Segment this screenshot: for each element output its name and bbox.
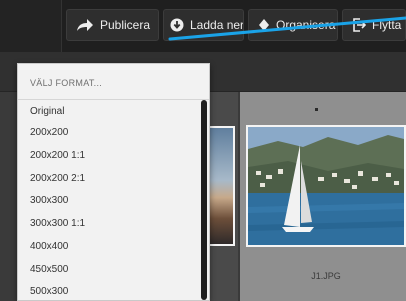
download-icon xyxy=(170,18,184,32)
format-option-original[interactable]: Original xyxy=(30,106,64,117)
format-option-200x200[interactable]: 200x200 xyxy=(30,127,68,138)
format-option-300x300[interactable]: 300x300 xyxy=(30,195,68,206)
download-label: Ladda ner xyxy=(190,18,244,32)
download-button[interactable]: Ladda ner xyxy=(163,9,244,41)
publish-button[interactable]: Publicera xyxy=(66,9,159,41)
organize-button[interactable]: Organisera xyxy=(248,9,338,41)
tile-handle xyxy=(315,108,318,111)
organize-icon xyxy=(259,19,269,31)
format-dropdown-header: VÄLJ FORMAT... xyxy=(30,78,103,88)
dropdown-divider xyxy=(18,99,209,100)
format-option-400x400[interactable]: 400x400 xyxy=(30,241,68,252)
format-option-200x200-1-1[interactable]: 200x200 1:1 xyxy=(30,150,85,161)
publish-label: Publicera xyxy=(100,18,151,32)
format-option-500x300[interactable]: 500x300 xyxy=(30,286,68,297)
photo-filename: J1.JPG xyxy=(311,271,341,281)
top-toolbar: Publicera Ladda ner Organisera Flytta xyxy=(0,0,406,52)
move-label: Flytta xyxy=(372,18,402,32)
move-button[interactable]: Flytta xyxy=(342,9,406,41)
dropdown-scrollbar[interactable] xyxy=(201,100,207,300)
format-option-450x500[interactable]: 450x500 xyxy=(30,264,68,275)
format-option-300x300-1-1[interactable]: 300x300 1:1 xyxy=(30,218,85,229)
format-option-200x200-2-1[interactable]: 200x200 2:1 xyxy=(30,173,85,184)
move-icon xyxy=(353,18,366,32)
share-arrow-icon xyxy=(77,19,93,31)
format-dropdown: VÄLJ FORMAT... Original 200x200 200x200 … xyxy=(17,63,210,301)
toolbar-left-panel xyxy=(0,0,62,52)
sailboat-photo-thumbnail[interactable] xyxy=(246,125,406,247)
organize-label: Organisera xyxy=(276,18,336,32)
